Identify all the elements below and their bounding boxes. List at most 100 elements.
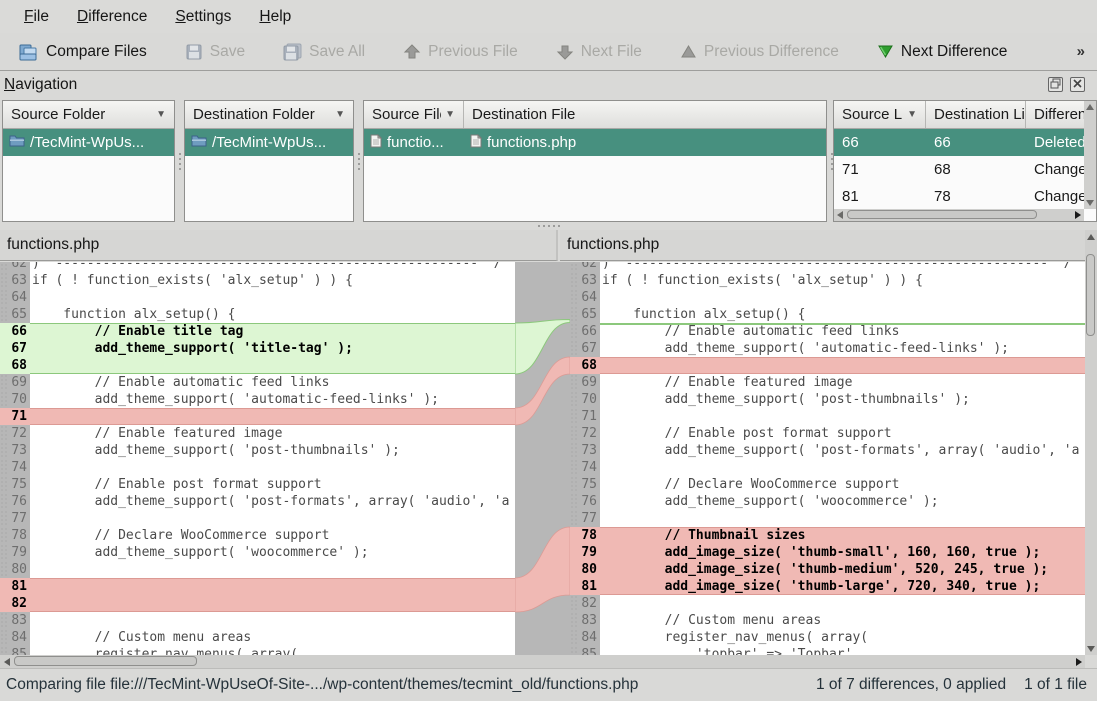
source-code-pane[interactable]: 62) ------------------------------------… [0,262,515,655]
code-line: 69 // Enable automatic feed links [0,374,515,391]
destination-line-cell: 78 [934,188,951,205]
difference-row[interactable]: 6666Deleted [834,129,1084,156]
code-text [30,595,515,612]
code-text: // Enable post format support [600,425,1085,442]
file-row[interactable]: functio...functions.php [364,129,826,156]
code-text: // Enable automatic feed links [30,374,515,391]
code-text [30,459,515,476]
code-text: add_image_size( 'thumb-small', 160, 160,… [600,544,1085,561]
gutter-texture [0,561,8,578]
previous-file-icon [403,44,421,60]
diff-horizontal-scrollbar[interactable] [0,655,1085,668]
gutter-texture [570,262,578,272]
menu-file[interactable]: File [10,4,63,30]
code-text: add_theme_support( 'title-tag' ); [30,340,515,357]
gutter-texture [570,323,578,340]
toolbar-overflow-button[interactable]: » [1077,43,1097,60]
scroll-right-icon[interactable] [1072,655,1085,668]
destination-line-cell: 68 [934,161,951,178]
source-folder-header-label: Source Folder [11,106,105,123]
source-file-column-header[interactable]: Source File ▼ [364,101,464,128]
statusbar-differences-text: 1 of 7 differences, 0 applied [816,676,1006,694]
difference-row[interactable]: 7168Changed [834,156,1084,183]
scrollbar-thumb[interactable] [1086,254,1095,336]
dock-float-button[interactable] [1048,77,1063,92]
changed-diff-band [515,527,570,612]
gutter-texture [0,425,8,442]
destination-file-name: functions.php [567,236,659,254]
difference-type-cell: Changed [1034,188,1084,205]
sort-descending-icon: ▼ [441,109,455,120]
navigation-splitter-handle[interactable] [0,222,1097,230]
scroll-left-icon[interactable] [0,655,13,668]
gutter-texture [570,408,578,425]
scroll-up-icon[interactable] [1084,101,1096,113]
line-number: 70 [578,391,600,408]
dock-float-icon [1050,76,1061,94]
sort-descending-icon: ▼ [331,109,345,120]
line-number: 84 [8,629,30,646]
menu-help[interactable]: Help [245,4,305,30]
menubar: FileDifferenceSettingsHelp [0,0,1097,33]
folder-row[interactable]: /TecMint-WpUs... [185,129,353,156]
destination-code-pane[interactable]: 62) ------------------------------------… [570,262,1085,655]
scroll-down-icon[interactable] [1085,642,1097,655]
next-difference-button[interactable]: Next Difference [867,39,1018,65]
destination-file-column-header[interactable]: Destination File [464,101,826,128]
source-line-column-header[interactable]: Source Line ▼ [834,101,926,128]
gutter-texture [570,561,578,578]
gutter-texture [0,578,8,595]
code-line: 82 [0,595,515,612]
destination-line-column-header[interactable]: Destination Line [926,101,1026,128]
destination-folder-panel: Destination Folder ▼ /TecMint-WpUs... [184,100,354,222]
menu-difference[interactable]: Difference [63,4,161,30]
code-text [30,578,515,595]
scroll-down-icon[interactable] [1084,197,1096,209]
scroll-right-icon[interactable] [1072,209,1084,221]
statusbar-files-text: 1 of 1 file [1024,676,1087,694]
scroll-left-icon[interactable] [834,209,846,221]
gutter-texture [570,306,578,323]
source-folder-header[interactable]: Source Folder ▼ [3,101,174,129]
previous-difference-icon [680,44,697,59]
gutter-texture [570,510,578,527]
scrollbar-thumb[interactable] [14,656,197,666]
difference-type-cell: Changed [1034,161,1084,178]
differences-vertical-scrollbar[interactable] [1084,101,1096,209]
folder-icon [9,134,25,151]
code-text: register_nav_menus( array( [30,646,515,655]
code-text: register_nav_menus( array( [600,629,1085,646]
code-line: 65 function alx_setup() { [570,306,1085,323]
diff-vertical-scrollbar[interactable] [1085,230,1097,655]
gutter-texture [570,527,578,544]
code-line: 67 add_theme_support( 'automatic-feed-li… [570,340,1085,357]
differences-horizontal-scrollbar[interactable] [834,209,1084,221]
source-line-cell: 66 [842,134,859,151]
line-number: 66 [8,323,30,340]
line-number: 84 [578,629,600,646]
scrollbar-thumb[interactable] [847,210,1037,219]
previous-difference-button: Previous Difference [670,39,849,65]
code-line: 73 add_theme_support( 'post-formats', ar… [570,442,1085,459]
code-line: 73 add_theme_support( 'post-thumbnails' … [0,442,515,459]
code-line: 84 // Custom menu areas [0,629,515,646]
gutter-texture [570,629,578,646]
dock-close-button[interactable] [1070,77,1085,92]
folder-row[interactable]: /TecMint-WpUs... [3,129,174,156]
code-line: 64 [0,289,515,306]
code-text: add_theme_support( 'post-thumbnails' ); [600,391,1085,408]
panel-splitter-handle[interactable] [176,100,183,222]
code-text [600,357,1085,374]
line-number: 68 [578,357,600,374]
folder-icon [191,134,207,151]
difference-row[interactable]: 8178Changed [834,183,1084,210]
menu-settings[interactable]: Settings [161,4,245,30]
scroll-up-icon[interactable] [1085,230,1097,243]
previous-file-button: Previous File [393,39,528,65]
dock-close-icon [1072,76,1083,94]
code-text [600,408,1085,425]
compare-files-button[interactable]: Compare Files [8,38,157,66]
panel-splitter-handle[interactable] [355,100,362,222]
destination-folder-header[interactable]: Destination Folder ▼ [185,101,353,129]
gutter-texture [570,595,578,612]
